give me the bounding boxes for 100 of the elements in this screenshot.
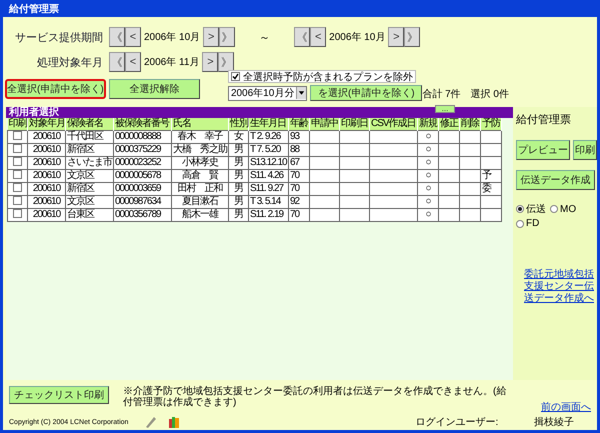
next-month-button[interactable]: >	[202, 52, 218, 72]
month-value: 2006年 10月	[328, 31, 386, 44]
next-month-button[interactable]: >	[203, 27, 220, 47]
table-cell: 文京区	[67, 170, 94, 180]
table-cell: 委	[482, 182, 491, 194]
exclude-checkbox[interactable]: 全選択時予防が含まれるプランを除外	[228, 70, 416, 83]
column-header: 対象年月	[28, 118, 66, 130]
table-cell: T 7. 5.20	[250, 144, 280, 154]
prev-year-button[interactable]: 《	[294, 27, 310, 47]
month-value: 2006年 10月	[143, 31, 202, 44]
table-cell: 200610	[32, 196, 60, 206]
table-cell: 70	[290, 182, 300, 194]
books-icon[interactable]	[168, 416, 180, 428]
prev-month-button[interactable]: <	[125, 52, 141, 72]
table-cell: 0000987634	[115, 196, 161, 206]
next-year-button[interactable]: 》	[218, 52, 234, 72]
table-cell: 文京区	[67, 196, 94, 206]
login-label: ログインユーザー:	[415, 416, 498, 429]
table-cell: 男	[234, 156, 243, 168]
prev-month-button[interactable]: <	[125, 27, 141, 47]
table-cell: ○	[425, 130, 431, 142]
prev-year-button[interactable]: 《	[109, 52, 125, 72]
column-header: 性別	[228, 118, 248, 130]
table-cell: さいたま市	[67, 156, 112, 168]
select-all-button[interactable]: 全選択(申請中を除く)	[5, 79, 106, 99]
table-cell: 200610	[32, 156, 60, 168]
preview-button[interactable]: プレビュー	[516, 140, 570, 160]
table-cell: ○	[425, 196, 431, 206]
media-radio[interactable]: MO	[550, 202, 576, 216]
table-cell: 男	[234, 170, 243, 180]
table-cell: S11. 4.26	[250, 170, 284, 180]
table-cell: 春木 幸子	[178, 130, 222, 142]
note-text: ※介護予防で地域包括支援センター委託の利用者は伝送データを作成できません。(給付管理票は作成できます)	[123, 386, 508, 408]
next-year-button[interactable]: 》	[404, 27, 420, 47]
column-header: 被保険者番号	[114, 118, 172, 130]
column-header: 保険者名	[66, 118, 114, 130]
table-cell: 台東区	[67, 208, 94, 220]
table-cell: 大橋 秀之助	[173, 144, 227, 154]
table-cell: 70	[290, 170, 300, 180]
next-year-button[interactable]: 》	[219, 27, 236, 47]
media-radio[interactable]: FD	[516, 218, 540, 229]
prev-month-button[interactable]: <	[310, 27, 326, 47]
table-cell: 93	[290, 130, 300, 142]
delegate-transfer-link[interactable]: 委託元地域包括支援センター伝送データ作成へ	[516, 269, 594, 305]
total-count: 合計 7件	[422, 88, 461, 101]
table-cell: 0000356789	[115, 208, 161, 220]
table-cell: T 3. 5.14	[250, 196, 280, 206]
row-checkbox[interactable]	[13, 130, 22, 140]
table-cell: ○	[425, 182, 431, 194]
column-header: 申請中	[310, 118, 340, 130]
table-cell: 200610	[32, 208, 60, 220]
table-cell: ○	[425, 144, 431, 154]
side-title: 給付管理票	[516, 113, 572, 127]
column-header: 氏名	[172, 118, 228, 130]
dropdown-icon	[296, 87, 306, 99]
table-cell: 70	[290, 208, 300, 220]
pen-icon[interactable]	[144, 416, 158, 428]
clear-selection-button[interactable]: 全選択解除	[108, 79, 200, 99]
column-header: CSV作成日	[370, 118, 418, 130]
table-cell: 男	[234, 196, 243, 206]
table-cell: 0000375229	[115, 144, 161, 154]
prev-year-button[interactable]: 《	[109, 27, 125, 47]
table-cell: S11. 9.27	[250, 182, 284, 194]
transfer-data-button[interactable]: 伝送データ作成	[516, 170, 595, 190]
media-radio[interactable]: 伝送	[516, 202, 546, 216]
column-header: 修正	[438, 118, 460, 130]
table-cell: 200610	[32, 144, 60, 154]
table-cell: 新宿区	[67, 144, 94, 154]
table-cell: T 2. 9.26	[250, 130, 280, 142]
table-cell: 0000008888	[115, 130, 161, 142]
checklist-print-button[interactable]: チェックリスト印刷	[9, 386, 109, 404]
table-cell: ○	[425, 170, 431, 180]
back-link[interactable]: 前の画面へ	[541, 400, 591, 414]
column-header: 印刷日	[340, 118, 370, 130]
table-cell: 男	[234, 144, 243, 154]
table-cell: S13.12.10	[250, 156, 287, 168]
table-cell: 200610	[32, 130, 60, 142]
table-cell: 0000023252	[115, 156, 161, 168]
column-header: 年齢	[288, 118, 310, 130]
table-cell: 船木一雄	[182, 208, 218, 220]
print-button[interactable]: 印刷	[573, 140, 597, 160]
column-header: 削除	[460, 118, 480, 130]
table-cell: 200610	[32, 182, 60, 194]
table-cell: 高倉 賢	[182, 170, 218, 180]
field-label: サービス提供期間	[14, 30, 103, 44]
month-select[interactable]: 2006年10月分	[228, 86, 308, 100]
check-icon	[232, 73, 239, 80]
panel-title: 利用者選択	[9, 108, 59, 118]
table-cell: ○	[425, 156, 431, 168]
login-user: 揖枝綾子	[534, 416, 574, 429]
table-cell: 女	[234, 130, 243, 142]
month-value: 2006年 11月	[143, 56, 200, 69]
table-cell: 新宿区	[67, 182, 94, 194]
next-month-button[interactable]: >	[388, 27, 404, 47]
column-header: 予防	[480, 118, 502, 130]
select-month-button[interactable]: を選択(申請中を除く)	[310, 85, 422, 101]
table-cell: 男	[234, 182, 243, 194]
column-header: 印刷	[8, 118, 28, 130]
table-cell: 男	[234, 208, 243, 220]
table-cell: 予	[482, 170, 491, 180]
